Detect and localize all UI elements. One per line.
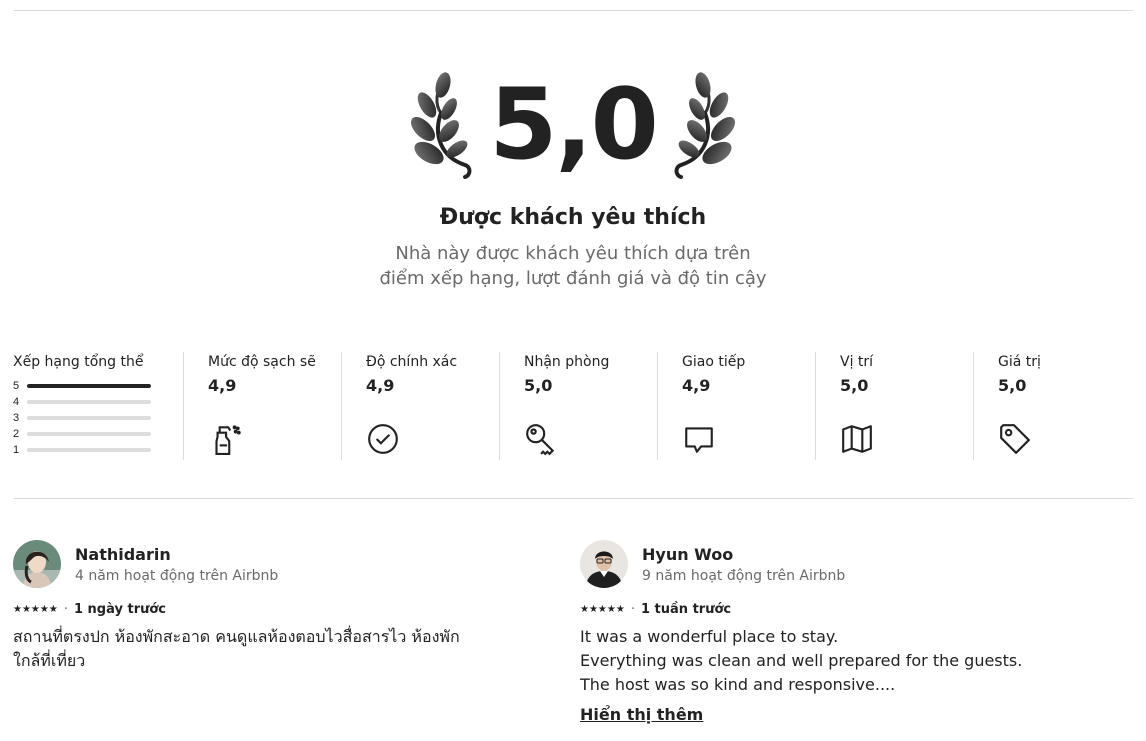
rating-bar-row: 5: [13, 378, 183, 394]
rating-bar-row: 4: [13, 394, 183, 410]
category-accuracy: Độ chính xác 4,9: [341, 352, 499, 460]
spray-bottle-icon: [215, 425, 241, 455]
rating-bar-fill: [27, 384, 151, 388]
category-communication: Giao tiếp 4,9: [657, 352, 815, 460]
category-value: 5,0: [998, 376, 1027, 395]
review-line: It was a wonderful place to stay.: [580, 627, 839, 646]
check-circle-icon: [368, 424, 398, 454]
category-label: Giao tiếp: [682, 354, 746, 370]
review-stars: ★★★★★: [13, 604, 58, 615]
rating-bar-label: 2: [13, 428, 20, 440]
category-check-in: Nhận phòng 5,0: [499, 352, 657, 460]
rating-bar-track: [27, 384, 151, 388]
category-label: Vị trí: [840, 354, 874, 370]
overall-rating-breakdown: Xếp hạng tổng thể 5 4 3 2 1: [13, 352, 183, 460]
overall-rating-value: 5,0: [489, 68, 659, 182]
category-value: 5,0: [840, 376, 869, 395]
review-line: ใกล้ที่เที่ยว: [13, 651, 86, 670]
rating-bar-label: 3: [13, 412, 20, 424]
category-value: 4,9: [208, 376, 237, 395]
review-date: 1 ngày trước: [73, 602, 166, 617]
rating-bar-track: [27, 400, 151, 404]
reviewer-name: Nathidarin: [75, 544, 171, 564]
rating-bar-label: 5: [13, 380, 20, 392]
rating-bar-row: 1: [13, 442, 183, 458]
category-value: 4,9: [682, 376, 711, 395]
avatar[interactable]: [13, 540, 61, 588]
separator-dot: ·: [630, 602, 635, 617]
review-line: Everything was clean and well prepared f…: [580, 651, 1023, 670]
map-icon: [842, 425, 872, 453]
laurel-right-icon: [674, 72, 735, 179]
show-more-link[interactable]: Hiển thị thêm: [580, 705, 703, 724]
review-card: Nathidarin 4 năm hoạt động trên Airbnb ★…: [13, 540, 513, 673]
section-divider: [13, 498, 1133, 499]
rating-bar-label: 1: [13, 444, 20, 456]
review-card: Hyun Woo 9 năm hoạt động trên Airbnb ★★★…: [580, 540, 1100, 725]
review-date: 1 tuần trước: [640, 602, 732, 617]
category-location: Vị trí 5,0: [815, 352, 973, 460]
overall-rating-label: Xếp hạng tổng thể: [13, 354, 144, 370]
rating-bar-label: 4: [13, 396, 20, 408]
category-value: Giá trị 5,0: [973, 352, 1131, 460]
category-value: 4,9: [366, 376, 395, 395]
category-cleanliness: Mức độ sạch sẽ 4,9: [183, 352, 341, 460]
separator-dot: ·: [63, 602, 68, 617]
review-text: It was a wonderful place to stay. Everyt…: [580, 625, 1100, 697]
review-stars: ★★★★★: [580, 604, 625, 615]
review-line: The host was so kind and responsive....: [580, 675, 896, 694]
price-tag-icon: [1000, 424, 1030, 454]
reviewer-tenure: 4 năm hoạt động trên Airbnb: [75, 567, 279, 584]
guest-favorite-title: Được khách yêu thích: [439, 205, 707, 230]
avatar[interactable]: [580, 540, 628, 588]
reviewer-tenure: 9 năm hoạt động trên Airbnb: [642, 567, 846, 584]
guest-favorite-hero: 5,0 Được khách yêu thích Nhà này được kh…: [0, 60, 1146, 289]
reviewer-name: Hyun Woo: [642, 544, 734, 564]
rating-bar-track: [27, 432, 151, 436]
key-icon: [526, 424, 555, 456]
top-divider: [13, 10, 1133, 11]
rating-categories: Xếp hạng tổng thể 5 4 3 2 1 Mức độ sạch sẽ 4…: [13, 352, 1133, 460]
review-text: สถานที่ตรงปก ห้องพักสะอาด คนดูแลห้องตอบไ…: [13, 625, 513, 673]
category-label: Nhận phòng: [524, 354, 610, 370]
rating-bar-track: [27, 448, 151, 452]
rating-bar-row: 2: [13, 426, 183, 442]
chat-bubble-icon: [685, 427, 713, 453]
category-value: 5,0: [524, 376, 553, 395]
review-line: สถานที่ตรงปก ห้องพักสะอาด คนดูแลห้องตอบไ…: [13, 627, 460, 646]
rating-bar-track: [27, 416, 151, 420]
guest-favorite-description: Nhà này được khách yêu thích dựa trên đi…: [379, 243, 767, 289]
category-label: Mức độ sạch sẽ: [208, 354, 316, 370]
rating-bar-row: 3: [13, 410, 183, 426]
category-label: Độ chính xác: [366, 354, 458, 370]
laurel-left-icon: [411, 72, 472, 179]
category-label: Giá trị: [998, 354, 1041, 370]
rating-distribution: 5 4 3 2 1: [13, 378, 183, 458]
